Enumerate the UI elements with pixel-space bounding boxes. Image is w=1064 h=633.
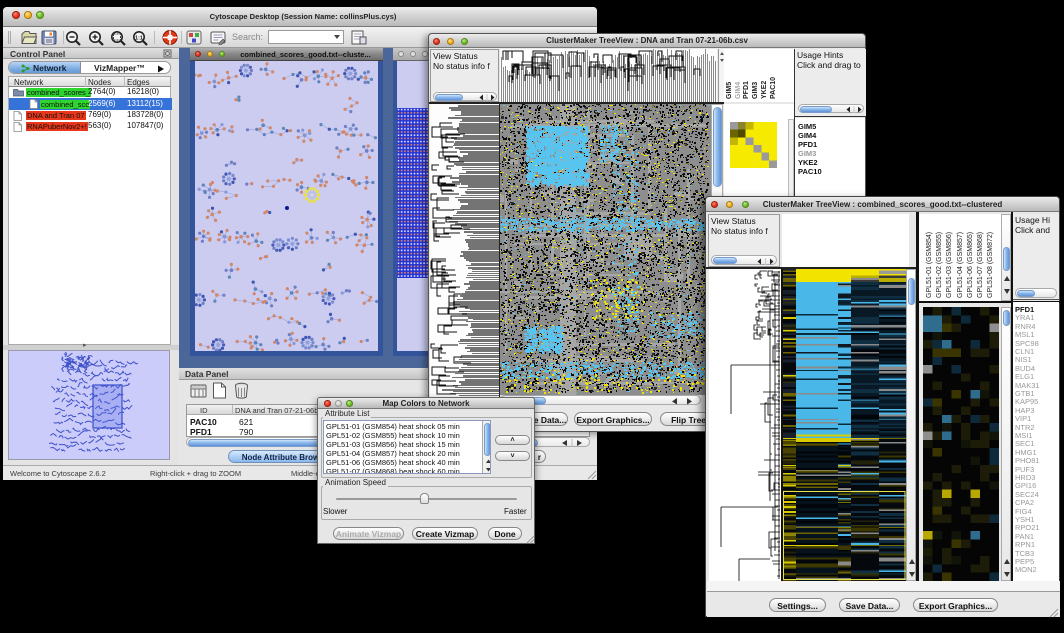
svg-text:1:1: 1:1 <box>135 36 143 42</box>
